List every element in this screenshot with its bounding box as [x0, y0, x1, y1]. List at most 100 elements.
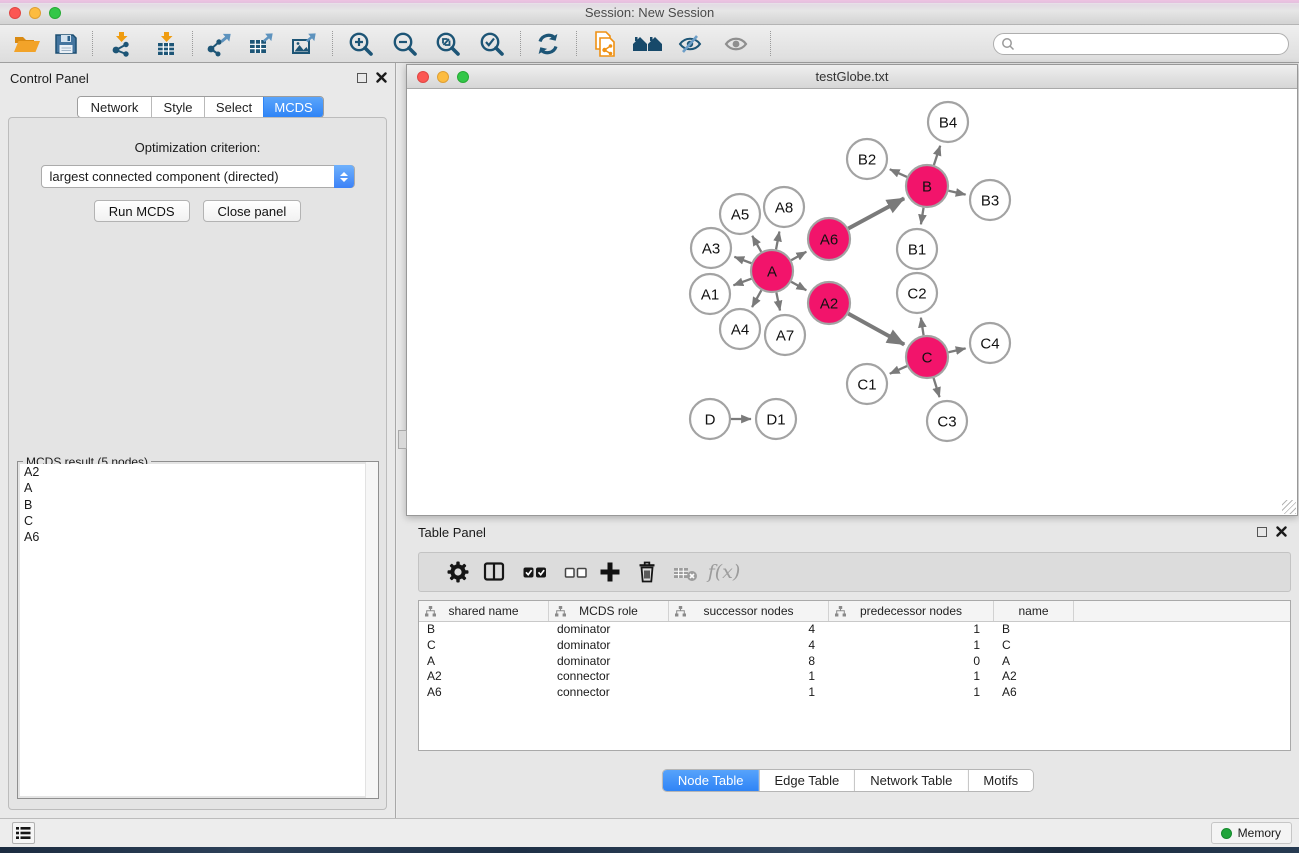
tab-network-table[interactable]: Network Table: [854, 770, 967, 791]
refresh-layout-button[interactable]: [535, 31, 561, 57]
graph-node-C3[interactable]: C3: [927, 401, 967, 441]
graph-edge-A6-B[interactable]: [848, 198, 904, 228]
task-history-button[interactable]: [12, 822, 35, 844]
run-mcds-button[interactable]: Run MCDS: [94, 200, 190, 222]
graph-node-A8[interactable]: A8: [764, 187, 804, 227]
deselect-all-button[interactable]: [563, 559, 589, 585]
graph-node-C[interactable]: C: [906, 336, 948, 378]
column-header-successor-nodes[interactable]: successor nodes: [669, 601, 829, 621]
memory-button[interactable]: Memory: [1211, 822, 1292, 844]
tab-motifs[interactable]: Motifs: [967, 770, 1033, 791]
graph-node-B2[interactable]: B2: [847, 139, 887, 179]
export-network-button[interactable]: [204, 31, 232, 57]
graph-node-A3[interactable]: A3: [691, 228, 731, 268]
tab-node-table[interactable]: Node Table: [663, 770, 759, 791]
graph-node-C1[interactable]: C1: [847, 364, 887, 404]
column-header-MCDS-role[interactable]: MCDS role: [549, 601, 669, 621]
graph-edge-A-A8[interactable]: [776, 232, 779, 250]
graph-node-A2[interactable]: A2: [808, 282, 850, 324]
mcds-result-list[interactable]: A2ABCA6: [20, 464, 376, 796]
delete-column-button[interactable]: [634, 559, 660, 585]
graph-edge-A-A6[interactable]: [791, 252, 806, 261]
tab-mcds[interactable]: MCDS: [263, 97, 323, 117]
hide-panels-button[interactable]: [677, 32, 703, 56]
graph-edge-B-B4[interactable]: [934, 146, 940, 165]
graph-edge-A-A7[interactable]: [776, 293, 780, 311]
table-row[interactable]: Bdominator41B: [419, 622, 1290, 638]
column-header-name[interactable]: name: [994, 601, 1074, 621]
mcds-result-scrollbar[interactable]: [365, 462, 378, 798]
graph-edge-A-A3[interactable]: [734, 257, 751, 263]
graph-edge-A-A1[interactable]: [733, 279, 751, 286]
float-table-panel-icon[interactable]: [1257, 527, 1267, 537]
search-input[interactable]: [1015, 37, 1288, 51]
criterion-dropdown[interactable]: largest connected component (directed): [41, 165, 355, 188]
graph-edge-B-B3[interactable]: [948, 191, 965, 195]
mcds-result-item[interactable]: A2: [20, 464, 376, 480]
graph-node-B3[interactable]: B3: [970, 180, 1010, 220]
export-table-button[interactable]: [247, 31, 275, 57]
column-header-shared-name[interactable]: shared name: [419, 601, 549, 621]
show-all-networks-button[interactable]: [632, 32, 664, 56]
tab-edge-table[interactable]: Edge Table: [758, 770, 854, 791]
graph-node-A1[interactable]: A1: [690, 274, 730, 314]
window-resize-grip[interactable]: [1282, 500, 1296, 514]
graph-edge-B-B2[interactable]: [890, 169, 907, 177]
close-table-panel-icon[interactable]: [1276, 526, 1287, 537]
copy-network-button[interactable]: [592, 30, 618, 58]
mcds-result-item[interactable]: B: [20, 497, 376, 513]
graph-node-B4[interactable]: B4: [928, 102, 968, 142]
graph-node-D1[interactable]: D1: [756, 399, 796, 439]
show-panels-button[interactable]: [723, 32, 749, 56]
network-canvas[interactable]: B4B2BB3A5A8A6A3B1AA1C2A2A4A7C4CC1DD1C3: [407, 90, 1297, 515]
graph-edge-A-A2[interactable]: [791, 282, 806, 291]
float-panel-icon[interactable]: [357, 73, 367, 83]
zoom-selected-button[interactable]: [478, 30, 506, 58]
close-panel-button[interactable]: Close panel: [203, 200, 302, 222]
tab-select[interactable]: Select: [204, 97, 263, 117]
delete-table-button[interactable]: [672, 559, 700, 585]
select-all-button[interactable]: [521, 559, 549, 585]
graph-node-C2[interactable]: C2: [897, 273, 937, 313]
zoom-in-button[interactable]: [347, 30, 375, 58]
graph-edge-C-C1[interactable]: [890, 366, 907, 374]
graph-edge-C-C2[interactable]: [921, 318, 924, 336]
graph-edge-B-B1[interactable]: [921, 208, 924, 225]
add-column-button[interactable]: [597, 559, 623, 585]
zoom-out-button[interactable]: [391, 30, 419, 58]
save-session-button[interactable]: [53, 31, 79, 57]
toolbar-search[interactable]: [993, 33, 1289, 55]
graph-edge-C-C4[interactable]: [948, 348, 965, 352]
table-row[interactable]: Adominator80A: [419, 654, 1290, 670]
table-row[interactable]: A2connector11A2: [419, 669, 1290, 685]
splitter-handle[interactable]: [398, 430, 407, 449]
graph-node-A6[interactable]: A6: [808, 218, 850, 260]
graph-node-A4[interactable]: A4: [720, 309, 760, 349]
graph-node-B1[interactable]: B1: [897, 229, 937, 269]
tab-style[interactable]: Style: [151, 97, 204, 117]
mcds-result-item[interactable]: A: [20, 480, 376, 496]
graph-node-A5[interactable]: A5: [720, 194, 760, 234]
graph-edge-A-A5[interactable]: [752, 236, 761, 252]
column-header-predecessor-nodes[interactable]: predecessor nodes: [829, 601, 994, 621]
graph-edge-A2-C[interactable]: [848, 314, 904, 345]
graph-edge-C-C3[interactable]: [934, 378, 940, 397]
graph-node-D[interactable]: D: [690, 399, 730, 439]
network-window-titlebar[interactable]: testGlobe.txt: [407, 65, 1297, 89]
table-row[interactable]: Cdominator41C: [419, 638, 1290, 654]
graph-node-A[interactable]: A: [751, 250, 793, 292]
close-panel-icon[interactable]: [376, 72, 387, 83]
graph-node-A7[interactable]: A7: [765, 315, 805, 355]
import-table-button[interactable]: [153, 31, 179, 57]
open-session-button[interactable]: [13, 31, 41, 57]
zoom-fit-button[interactable]: [434, 30, 462, 58]
export-image-button[interactable]: [290, 31, 318, 57]
mcds-result-item[interactable]: A6: [20, 529, 376, 545]
graph-node-B[interactable]: B: [906, 165, 948, 207]
tab-network[interactable]: Network: [78, 97, 151, 117]
show-columns-button[interactable]: [481, 559, 507, 585]
apply-function-button[interactable]: f(x): [708, 561, 741, 583]
table-row[interactable]: A6connector11A6: [419, 685, 1290, 701]
mcds-result-item[interactable]: C: [20, 513, 376, 529]
graph-edge-A-A4[interactable]: [752, 290, 761, 307]
